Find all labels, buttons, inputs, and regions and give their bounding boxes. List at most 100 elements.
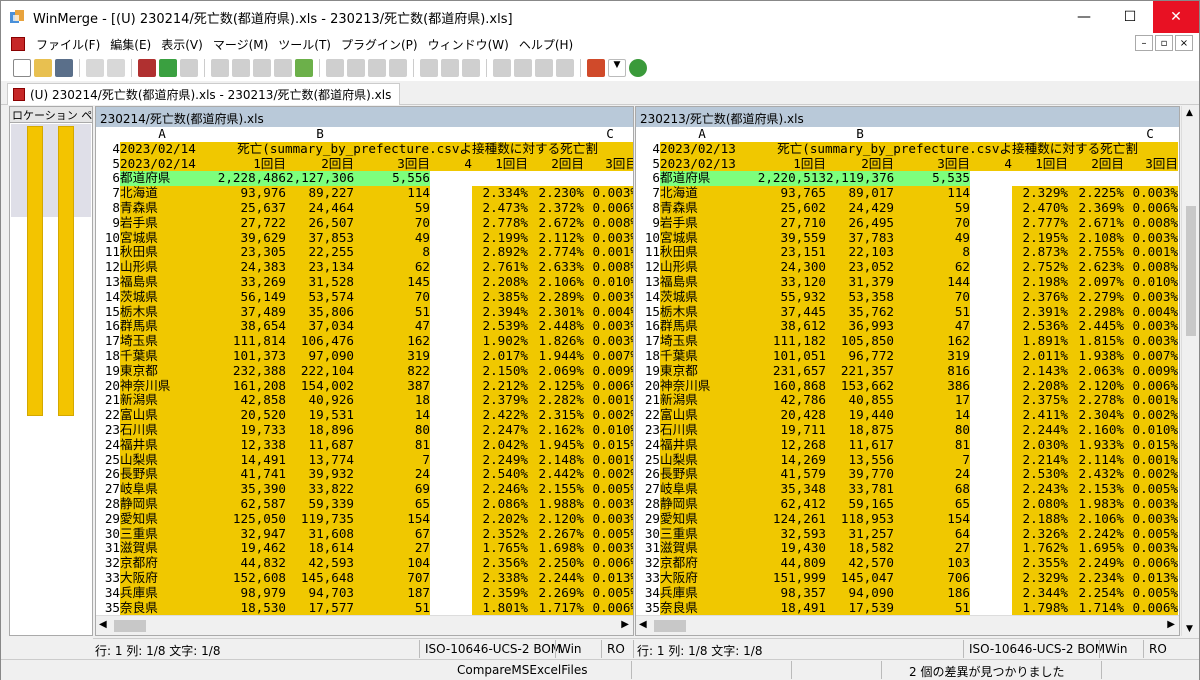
tab-compare[interactable]: (U) 230214/死亡数(都道府県).xls - 230213/死亡数(都道… [7, 83, 401, 105]
prefecture-cell[interactable]: 栃木県 [660, 304, 744, 320]
dose1-rate-cell[interactable]: 2.777% [1012, 215, 1068, 231]
row-number[interactable]: 29 [638, 512, 660, 527]
dose3-deaths-cell[interactable]: 47 [894, 319, 970, 335]
dose1-deaths-cell[interactable]: 62,587 [202, 496, 286, 512]
dose3-deaths-cell[interactable]: 51 [894, 304, 970, 320]
row-number[interactable]: 25 [638, 453, 660, 468]
dose3-deaths-cell[interactable]: 68 [894, 482, 970, 497]
left-grid[interactable]: A B C 4 2023/02/14 死亡(summary_by_prefecture.c… [96, 127, 633, 617]
dose1-deaths-cell[interactable]: 27,722 [202, 215, 286, 231]
dose3-rate-cell[interactable]: 0.005% [584, 585, 633, 601]
dose1-rate-cell[interactable]: 2.246% [472, 482, 528, 497]
row-number[interactable]: 32 [98, 556, 120, 571]
dose3-rate-cell[interactable]: 0.002% [584, 467, 633, 483]
row-number[interactable]: 31 [638, 541, 660, 556]
dose1-deaths-cell[interactable]: 19,430 [742, 541, 826, 557]
dose3-rate-cell[interactable]: 0.013% [584, 570, 633, 586]
dose3-deaths-cell[interactable]: 27 [354, 541, 430, 557]
dose3-deaths-cell[interactable]: 387 [354, 378, 430, 394]
prefecture-cell[interactable]: 三重県 [660, 526, 744, 542]
dose2-deaths-cell[interactable]: 153,662 [826, 378, 894, 394]
dose3-rate-cell[interactable]: 0.006% [584, 200, 633, 216]
dose2-deaths-cell[interactable]: 37,034 [286, 319, 354, 335]
dose1-rate-cell[interactable]: 2.086% [472, 496, 528, 512]
dose3-rate-cell[interactable]: 0.015% [584, 437, 633, 453]
prefecture-cell[interactable]: 福島県 [660, 274, 744, 290]
prefecture-cell[interactable]: 山形県 [660, 260, 744, 275]
prefecture-cell[interactable]: 京都府 [120, 556, 204, 571]
dose2-deaths-cell[interactable]: 19,531 [286, 408, 354, 423]
dose2-deaths-cell[interactable]: 89,017 [826, 186, 894, 201]
dose1-deaths-cell[interactable]: 44,832 [202, 556, 286, 571]
dose3-deaths-cell[interactable]: 5,556 [354, 171, 430, 187]
dose1-rate-cell[interactable]: 2.243% [1012, 482, 1068, 497]
dose3-rate-cell[interactable]: 0.010% [1124, 422, 1178, 438]
dose2-deaths-cell[interactable]: 19,440 [826, 408, 894, 423]
row-number[interactable]: 33 [638, 571, 660, 586]
prefecture-cell[interactable]: 群馬県 [660, 319, 744, 335]
dose-header-cell[interactable]: 1回目 [472, 156, 528, 172]
merge-icon[interactable] [462, 59, 480, 77]
dose3-deaths-cell[interactable]: 822 [354, 363, 430, 379]
dose2-rate-cell[interactable]: 2.063% [1068, 363, 1124, 379]
copy-all-left-icon[interactable] [389, 59, 407, 77]
dose3-rate-cell[interactable]: 0.005% [584, 526, 633, 542]
dose1-deaths-cell[interactable]: 101,373 [202, 348, 286, 364]
undo-icon[interactable] [86, 59, 104, 77]
dose1-rate-cell[interactable]: 2.391% [1012, 304, 1068, 320]
dose2-deaths-cell[interactable]: 24,429 [826, 200, 894, 216]
dose2-rate-cell[interactable]: 2.298% [1068, 304, 1124, 320]
dose3-rate-cell[interactable]: 0.006% [1124, 378, 1178, 394]
column-header[interactable]: B [286, 127, 354, 142]
location-pane[interactable]: ロケーション ペ [9, 106, 93, 636]
dose1-rate-cell[interactable]: 1.765% [472, 541, 528, 557]
dose1-rate-cell[interactable]: 2.473% [472, 200, 528, 216]
dose3-rate-cell[interactable]: 0.009% [584, 363, 633, 379]
dose1-deaths-cell[interactable]: 19,733 [202, 422, 286, 438]
date-cell[interactable]: 2023/02/13 [660, 141, 744, 157]
dose1-rate-cell[interactable]: 2.143% [1012, 363, 1068, 379]
dose3-deaths-cell[interactable]: 51 [354, 304, 430, 320]
dose2-deaths-cell[interactable]: 17,539 [826, 600, 894, 616]
prefecture-cell[interactable]: 千葉県 [660, 348, 744, 364]
dose3-rate-cell[interactable]: 0.008% [1124, 260, 1178, 275]
dose1-rate-cell[interactable]: 2.379% [472, 393, 528, 409]
row-number[interactable]: 28 [638, 497, 660, 512]
dose1-deaths-cell[interactable]: 25,602 [742, 200, 826, 216]
dose2-rate-cell[interactable]: 2.671% [1068, 215, 1124, 231]
dose-header-cell[interactable]: 1回目 [742, 156, 826, 172]
dose3-rate-cell[interactable]: 0.007% [1124, 348, 1178, 364]
prefecture-cell[interactable]: 新潟県 [660, 393, 744, 409]
dose3-deaths-cell[interactable]: 14 [894, 408, 970, 423]
scroll-right-icon[interactable]: ▶ [1167, 619, 1175, 630]
dose2-deaths-cell[interactable]: 18,614 [286, 541, 354, 557]
dose3-deaths-cell[interactable]: 144 [894, 274, 970, 290]
dose2-deaths-cell[interactable]: 31,257 [826, 526, 894, 542]
next-diff-icon[interactable] [159, 59, 177, 77]
prefecture-cell[interactable]: 静岡県 [660, 496, 744, 512]
dose2-rate-cell[interactable]: 2.269% [528, 585, 584, 601]
dose-header-cell[interactable]: 3回目 [894, 156, 970, 172]
dose1-deaths-cell[interactable]: 111,182 [742, 334, 826, 349]
row-number[interactable]: 30 [638, 527, 660, 542]
prefecture-cell[interactable]: 山梨県 [120, 452, 204, 468]
dose-header-cell[interactable]: 2回目 [826, 156, 894, 172]
row-number[interactable]: 20 [638, 379, 660, 394]
dose3-rate-cell[interactable]: 0.010% [1124, 274, 1178, 290]
dose-header-cell[interactable]: 2回目 [1068, 156, 1124, 172]
dose1-rate-cell[interactable]: 2.042% [472, 437, 528, 453]
dose3-deaths-cell[interactable]: 59 [354, 200, 430, 216]
dose1-rate-cell[interactable]: 2.329% [1012, 570, 1068, 586]
row-number[interactable]: 11 [98, 245, 120, 260]
dose3-deaths-cell[interactable]: 7 [354, 452, 430, 468]
dose3-deaths-cell[interactable]: 24 [354, 467, 430, 483]
row-number[interactable]: 24 [98, 438, 120, 453]
dose2-deaths-cell[interactable]: 39,932 [286, 467, 354, 483]
right-pane[interactable]: 230213/死亡数(都道府県).xls A B C 4 2023/02/13 死亡(su… [635, 106, 1180, 636]
column-header[interactable]: B [826, 127, 894, 142]
dose1-rate-cell[interactable]: 1.798% [1012, 600, 1068, 616]
dose1-deaths-cell[interactable]: 98,979 [202, 585, 286, 601]
prefecture-cell[interactable]: 奈良県 [660, 600, 744, 616]
dose1-rate-cell[interactable]: 2.778% [472, 215, 528, 231]
dose2-deaths-cell[interactable]: 42,570 [826, 556, 894, 571]
